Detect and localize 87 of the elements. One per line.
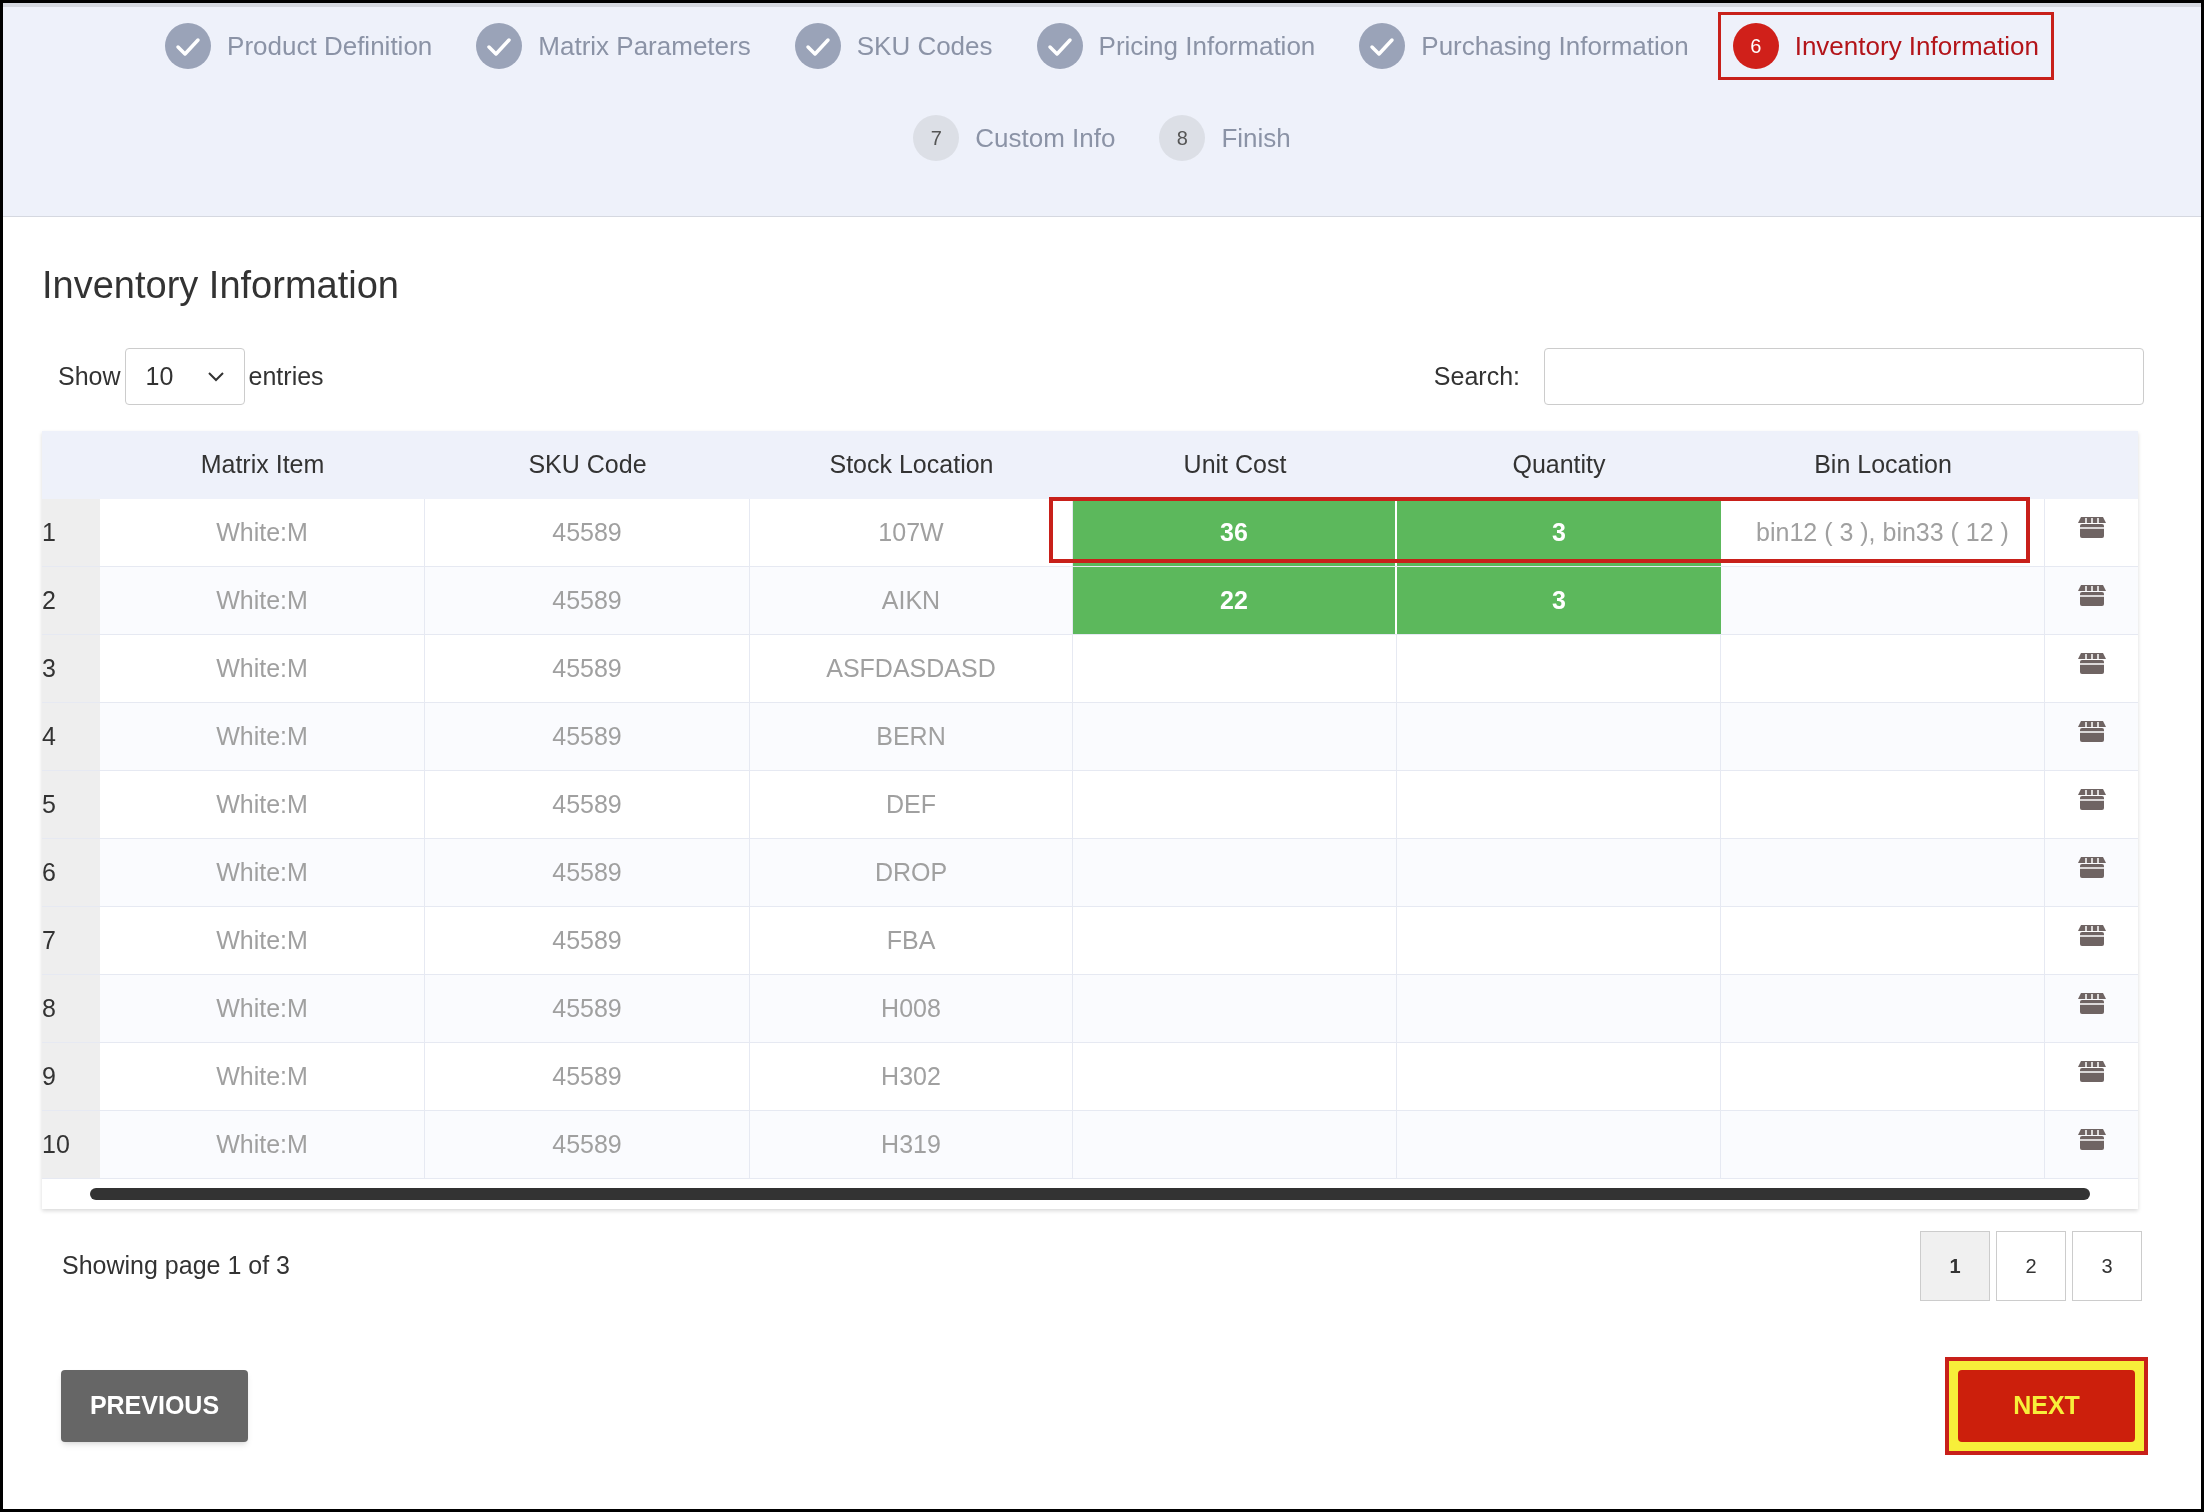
crate-icon	[2077, 990, 2106, 1015]
table-cell: FBA	[750, 907, 1073, 974]
page-title: Inventory Information	[42, 263, 399, 308]
wizard-step[interactable]: 7 Custom Info	[901, 107, 1128, 169]
next-button[interactable]: NEXT	[1958, 1370, 2135, 1442]
table-cell: White:M	[100, 771, 425, 838]
step-number: 7	[913, 115, 960, 161]
crate-icon	[2077, 582, 2106, 607]
crate-icon	[2077, 854, 2106, 879]
wizard-step[interactable]: 8 Finish	[1147, 107, 1303, 169]
table-cell: 45589	[425, 567, 750, 634]
chevron-down-icon	[207, 371, 224, 382]
crate-icon	[2077, 786, 2106, 811]
column-header: Unit Cost	[1182, 449, 1288, 481]
previous-button[interactable]: PREVIOUS	[61, 1370, 248, 1442]
table-cell: H302	[750, 1043, 1073, 1110]
table-cell: 45589	[425, 499, 750, 566]
table-cell: H319	[750, 1111, 1073, 1178]
checkmark-icon	[794, 23, 841, 69]
wizard-step[interactable]: 6 Inventory Information	[1720, 15, 2051, 77]
crate-icon	[2077, 922, 2106, 947]
table-cell: 45589	[425, 907, 750, 974]
table-cell: 45589	[425, 1043, 750, 1110]
table-cell: White:M	[100, 975, 425, 1042]
table-cell: White:M	[100, 703, 425, 770]
search-label: Search:	[1433, 360, 1520, 392]
table-cell: White:M	[100, 1111, 425, 1178]
page-info: Showing page 1 of 3	[62, 1250, 290, 1282]
crate-icon	[2077, 514, 2106, 539]
row-number: 8	[42, 975, 100, 1042]
checkmark-icon	[165, 23, 212, 69]
table-cell: DEF	[750, 771, 1073, 838]
table-row[interactable]: 8 White:M 45589 H008	[42, 975, 2138, 1043]
row-number: 3	[42, 635, 100, 702]
crate-icon	[2077, 718, 2106, 743]
table-row[interactable]: 7 White:M 45589 FBA	[42, 907, 2138, 975]
entries-label: entries	[248, 360, 324, 392]
table-row[interactable]: 4 White:M 45589 BERN	[42, 703, 2138, 771]
step-number: 6	[1732, 23, 1779, 69]
crate-icon	[2077, 1126, 2106, 1151]
column-header: Bin Location	[1813, 449, 1953, 481]
checkmark-icon	[1359, 23, 1406, 69]
row-number: 10	[42, 1111, 100, 1178]
column-header: Matrix Item	[199, 449, 326, 481]
entries-dropdown[interactable]: 10	[124, 348, 245, 405]
row-number: 2	[42, 567, 100, 634]
table-cell: 45589	[425, 839, 750, 906]
table-cell: ASFDASDASD	[750, 635, 1073, 702]
table-cell: DROP	[750, 839, 1073, 906]
table-row[interactable]: 6 White:M 45589 DROP	[42, 839, 2138, 907]
column-header: Quantity	[1511, 449, 1607, 481]
table-cell: 45589	[425, 703, 750, 770]
table-row[interactable]: 3 White:M 45589 ASFDASDASD	[42, 635, 2138, 703]
table-cell: 45589	[425, 635, 750, 702]
crate-icon	[2077, 1058, 2106, 1083]
table-cell: 45589	[425, 1111, 750, 1178]
table-cell: BERN	[750, 703, 1073, 770]
column-header: SKU Code	[527, 449, 648, 481]
page-button[interactable]: 1	[1920, 1231, 1990, 1301]
table-cell: White:M	[100, 1043, 425, 1110]
row-number: 7	[42, 907, 100, 974]
table-row[interactable]: 9 White:M 45589 H302	[42, 1043, 2138, 1111]
table-cell: 45589	[425, 975, 750, 1042]
step-number: 8	[1159, 115, 1206, 161]
table-cell: 45589	[425, 771, 750, 838]
table-cell: White:M	[100, 839, 425, 906]
table-cell: White:M	[100, 499, 425, 566]
page-button[interactable]: 3	[2072, 1231, 2142, 1301]
table-row[interactable]: 10 White:M 45589 H319	[42, 1111, 2138, 1179]
column-header: Stock Location	[828, 449, 995, 481]
row-number: 4	[42, 703, 100, 770]
show-label: Show	[58, 360, 121, 392]
table-cell: H008	[750, 975, 1073, 1042]
row-number: 6	[42, 839, 100, 906]
checkmark-icon	[1036, 23, 1083, 69]
search-field[interactable]	[1544, 348, 2144, 405]
page-button[interactable]: 2	[1996, 1231, 2066, 1301]
crate-icon	[2077, 650, 2106, 675]
checkmark-icon	[476, 23, 523, 69]
table-cell: White:M	[100, 567, 425, 634]
row-number: 1	[42, 499, 100, 566]
row-number: 9	[42, 1043, 100, 1110]
table-row[interactable]: 5 White:M 45589 DEF	[42, 771, 2138, 839]
table-cell: White:M	[100, 635, 425, 702]
row-number: 5	[42, 771, 100, 838]
table-cell: White:M	[100, 907, 425, 974]
horizontal-scrollbar[interactable]	[90, 1188, 2090, 1200]
